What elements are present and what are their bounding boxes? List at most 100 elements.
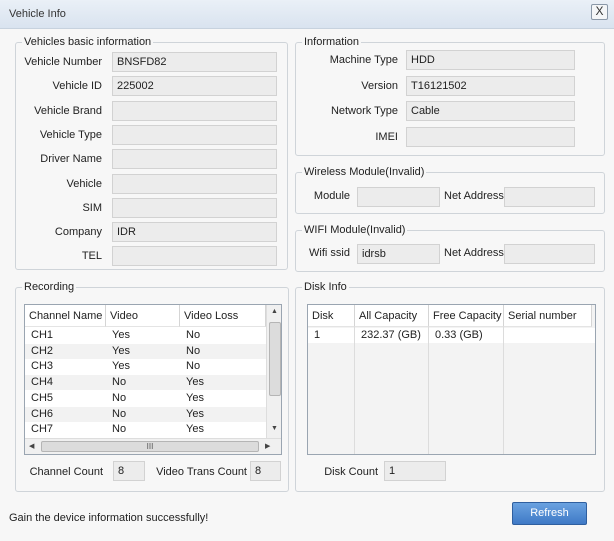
imei-label: IMEI bbox=[375, 130, 398, 143]
tel-label: TEL bbox=[81, 250, 102, 263]
vehicle-brand-field bbox=[112, 100, 277, 121]
column-header-disk[interactable]: Disk bbox=[308, 305, 355, 327]
table-cell: CH6 bbox=[31, 407, 54, 420]
column-header-video[interactable]: Video bbox=[106, 305, 180, 327]
column-header-video-loss[interactable]: Video Loss bbox=[180, 305, 266, 327]
sim-label: SIM bbox=[82, 201, 102, 214]
column-divider bbox=[503, 327, 504, 454]
wireless-module-field bbox=[357, 187, 440, 207]
table-cell: Yes bbox=[112, 344, 130, 357]
recording-horizontal-scrollbar[interactable]: ◀ III ▶ bbox=[25, 438, 281, 454]
table-cell: CH5 bbox=[31, 391, 54, 404]
vehicle-brand-label: Vehicle Brand bbox=[34, 104, 102, 117]
wifi-ssid-field: idrsb bbox=[357, 244, 440, 264]
title-bar: Vehicle Info X bbox=[0, 0, 614, 29]
sim-field bbox=[112, 197, 277, 218]
close-button[interactable]: X bbox=[591, 4, 608, 20]
vehicle-number-label: Vehicle Number bbox=[24, 56, 102, 68]
machine-type-field: HDD bbox=[406, 50, 575, 70]
table-cell: No bbox=[186, 329, 201, 341]
disk-count-label: Disk Count bbox=[324, 466, 378, 478]
scroll-down-arrow-icon[interactable]: ▼ bbox=[271, 425, 278, 432]
vehicle-type-field bbox=[112, 124, 277, 145]
wifi-ssid-label: Wifi ssid bbox=[309, 247, 350, 259]
column-divider bbox=[428, 327, 429, 454]
table-cell: 0.33 (GB) bbox=[435, 329, 483, 341]
vehicle-basic-title: Vehicles basic information bbox=[22, 36, 154, 48]
table-cell: 1 bbox=[314, 329, 321, 341]
table-cell: Yes bbox=[186, 391, 204, 404]
wireless-module-label: Module bbox=[313, 190, 350, 202]
wireless-module-title: Wireless Module(Invalid) bbox=[302, 166, 427, 178]
vehicle-id-label: Vehicle ID bbox=[52, 80, 102, 93]
wifi-module-title: WIFI Module(Invalid) bbox=[302, 224, 408, 236]
window-title: Vehicle Info bbox=[9, 8, 66, 20]
driver-name-field bbox=[112, 149, 277, 170]
version-label: Version bbox=[361, 79, 398, 92]
table-row[interactable]: CH2 Yes No bbox=[25, 343, 266, 359]
channel-count-field: 8 bbox=[113, 461, 145, 481]
table-cell: CH4 bbox=[31, 376, 54, 389]
table-row[interactable]: CH7 No Yes bbox=[25, 422, 266, 437]
video-trans-count-field: 8 bbox=[250, 461, 281, 481]
table-cell: Yes bbox=[186, 407, 204, 420]
wifi-net-address-field bbox=[504, 244, 595, 264]
table-row[interactable]: CH3 Yes No bbox=[25, 359, 266, 374]
table-cell: No bbox=[112, 391, 127, 404]
scroll-left-arrow-icon[interactable]: ◀ bbox=[29, 442, 34, 450]
disk-info-title: Disk Info bbox=[302, 281, 349, 293]
table-row[interactable]: CH4 No Yes bbox=[25, 375, 266, 391]
vehicle-type-label: Vehicle Type bbox=[39, 128, 102, 141]
imei-field bbox=[406, 126, 575, 147]
table-cell: Yes bbox=[186, 423, 204, 436]
recording-vertical-scroll-thumb[interactable] bbox=[269, 322, 281, 396]
table-row[interactable]: CH6 No Yes bbox=[25, 406, 266, 422]
table-cell: CH2 bbox=[31, 344, 54, 357]
column-header-free-capacity[interactable]: Free Capacity bbox=[429, 305, 504, 327]
network-type-label: Network Type bbox=[330, 105, 398, 117]
table-cell: Yes bbox=[186, 376, 204, 389]
recording-table[interactable]: Channel Name Video Video Loss CH1 Yes No CH2 Y… bbox=[24, 304, 282, 455]
vehicle-label: Vehicle bbox=[66, 177, 102, 190]
column-header-serial-number[interactable]: Serial number bbox=[504, 305, 592, 327]
table-cell: CH7 bbox=[31, 423, 54, 436]
recording-title: Recording bbox=[22, 281, 77, 293]
status-message: Gain the device information successfully… bbox=[9, 512, 209, 524]
table-cell: No bbox=[112, 423, 127, 436]
company-label: Company bbox=[54, 226, 102, 239]
disk-table[interactable]: Disk All Capacity Free Capacity Serial numb… bbox=[307, 304, 596, 455]
table-cell: No bbox=[186, 360, 201, 373]
vehicle-field bbox=[112, 173, 277, 194]
vehicle-number-field: BNSFD82 bbox=[112, 52, 277, 72]
table-cell: Yes bbox=[112, 360, 130, 373]
recording-vertical-scrollbar[interactable]: ▲ ▼ bbox=[266, 305, 281, 438]
information-title: Information bbox=[302, 36, 362, 48]
video-trans-count-label: Video Trans Count bbox=[156, 466, 247, 478]
disk-count-field: 1 bbox=[384, 461, 446, 481]
table-row[interactable]: CH5 No Yes bbox=[25, 391, 266, 406]
column-header-channel-name[interactable]: Channel Name bbox=[25, 305, 106, 327]
scroll-right-arrow-icon[interactable]: ▶ bbox=[265, 442, 270, 450]
table-cell: CH1 bbox=[31, 329, 54, 341]
wireless-net-address-label: Net Address bbox=[444, 190, 504, 202]
driver-name-label: Driver Name bbox=[40, 153, 102, 166]
table-row[interactable]: 1 232.37 (GB) 0.33 (GB) bbox=[308, 328, 595, 343]
company-field: IDR bbox=[112, 222, 277, 243]
network-type-field: Cable bbox=[406, 101, 575, 121]
table-cell: No bbox=[112, 376, 127, 389]
recording-horizontal-scroll-thumb[interactable]: III bbox=[41, 441, 259, 452]
column-divider bbox=[354, 327, 355, 454]
table-row[interactable]: CH1 Yes No bbox=[25, 328, 266, 343]
scroll-up-arrow-icon[interactable]: ▲ bbox=[271, 308, 278, 315]
machine-type-label: Machine Type bbox=[329, 54, 398, 66]
wifi-net-address-label: Net Address bbox=[444, 247, 504, 259]
table-cell: No bbox=[186, 344, 201, 357]
refresh-button[interactable]: Refresh bbox=[512, 502, 587, 525]
version-field: T16121502 bbox=[406, 75, 575, 96]
table-cell: 232.37 (GB) bbox=[361, 329, 421, 341]
tel-field bbox=[112, 246, 277, 267]
column-header-all-capacity[interactable]: All Capacity bbox=[355, 305, 429, 327]
wireless-net-address-field bbox=[504, 187, 595, 207]
vehicle-id-field: 225002 bbox=[112, 76, 277, 97]
table-cell: Yes bbox=[112, 329, 130, 341]
